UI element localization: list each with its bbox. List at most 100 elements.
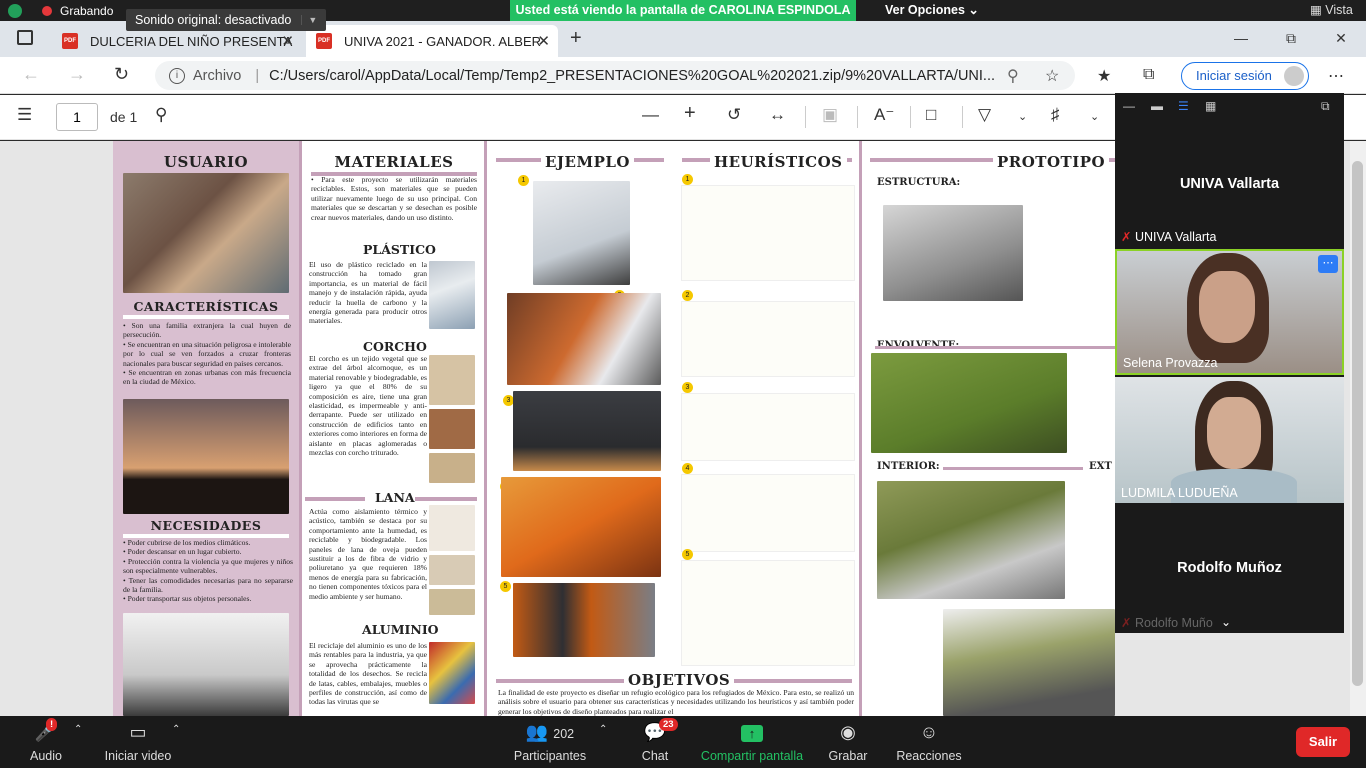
recording-indicator: Grabando (8, 2, 113, 19)
participants-button[interactable]: 👥 202 Participantes (510, 716, 590, 768)
forward-icon[interactable]: → (68, 64, 86, 85)
start-video-button[interactable]: ▭ Iniciar video (100, 716, 176, 768)
more-options-button[interactable]: ⋯ (1318, 255, 1338, 273)
list-item-text: Poder transportar sus objetos personales… (127, 594, 252, 604)
info-icon[interactable]: i (169, 67, 185, 84)
prototipo-title: PROTOTIPO (993, 153, 1110, 171)
participant-video-tile[interactable]: LUDMILA LUDUEÑA (1115, 377, 1344, 503)
close-window-icon[interactable]: ✕ (1316, 21, 1366, 57)
reactions-button[interactable]: ☺ Reacciones (894, 716, 964, 768)
participant-label: ✗ Rodolfo Muño (1121, 615, 1213, 630)
share-screen-button[interactable]: ↑ Compartir pantalla (700, 716, 804, 768)
chevron-up-icon[interactable]: ⌃ (172, 724, 180, 735)
text-box-icon[interactable]: □ (926, 105, 936, 125)
list-item-text: Se encuentran en una situación peligrosa… (123, 339, 291, 368)
original-sound-toggle[interactable]: Sonido original: desactivado ▼ (126, 9, 327, 31)
close-icon[interactable]: ✕ (281, 32, 294, 50)
view-options-button[interactable]: Ver Opciones ⌄ (885, 0, 979, 21)
chevron-down-icon[interactable]: ⌄ (1221, 615, 1231, 629)
minimize-icon[interactable]: — (1123, 99, 1135, 113)
heuristic-sketch-1 (681, 185, 855, 281)
pdf-icon: PDF (62, 33, 78, 49)
vertical-scrollbar[interactable] (1350, 141, 1366, 716)
chevron-up-icon[interactable]: ⌃ (599, 724, 607, 735)
participant-tile[interactable]: UNIVA Vallarta ✗ UNIVA Vallarta (1115, 121, 1344, 247)
list-item: • Tener las comodidades necesarias para … (123, 575, 293, 595)
leave-button[interactable]: Salir (1296, 727, 1350, 757)
new-tab-button[interactable]: + (570, 27, 582, 50)
chevron-up-icon[interactable]: ⌃ (74, 724, 82, 735)
speaker-view-icon[interactable]: ▬ (1151, 99, 1163, 113)
highlight-icon[interactable]: ♯ (1051, 105, 1060, 125)
rotate-icon[interactable]: ↺ (727, 105, 741, 125)
heuristic-sketch-4 (681, 474, 855, 552)
wool-panel-photo (429, 589, 475, 615)
signin-label: Iniciar sesión (1196, 68, 1272, 83)
video-panel-toolbar: — ▬ ☰ ▦ ⧉ (1115, 93, 1344, 121)
participant-tile[interactable]: Rodolfo Muñoz ✗ Rodolfo Muño ⌄ (1115, 505, 1344, 633)
two-page-icon[interactable]: ▣ (822, 105, 838, 125)
shield-icon (8, 3, 22, 18)
zoom-out-icon[interactable]: — (642, 105, 659, 125)
chevron-down-icon[interactable]: ⌄ (1018, 110, 1027, 123)
view-label: Vista (1325, 3, 1353, 17)
list-item: • Poder cubrirse de los medios climático… (123, 538, 251, 547)
example-render-2 (507, 293, 661, 385)
popout-icon[interactable]: ⧉ (1321, 99, 1330, 114)
walking-family-photo (123, 613, 289, 716)
divider (415, 497, 477, 501)
mic-muted-icon: ✗ (1121, 616, 1132, 630)
chevron-down-icon[interactable]: ⌄ (1090, 110, 1099, 123)
chevron-down-icon[interactable]: ▼ (301, 15, 317, 25)
favorite-add-icon[interactable]: ☆ (1045, 66, 1059, 86)
zoom-out-icon[interactable]: ⚲ (1007, 66, 1019, 86)
favorites-icon[interactable]: ★ (1097, 66, 1111, 86)
video-panel: — ▬ ☰ ▦ ⧉ UNIVA Vallarta ✗ UNIVA Vallart… (1115, 93, 1344, 633)
back-icon[interactable]: ← (22, 64, 40, 85)
structure-render (883, 205, 1023, 301)
contents-icon[interactable]: ☰ (17, 105, 32, 125)
gallery-view-icon[interactable]: ▦ (1205, 99, 1216, 113)
restore-icon[interactable]: ⧉ (1266, 21, 1316, 57)
read-aloud-icon[interactable]: A⁻ (874, 105, 894, 125)
viewing-banner: Usted está viendo la pantalla de CAROLIN… (510, 0, 856, 21)
participants-icon: 👥 202 (525, 722, 575, 742)
more-icon[interactable]: ⋯ (1328, 66, 1344, 86)
zoom-toolbar: 🎤 Audio ! ⌃ ▭ Iniciar video ⌃ 👥 202 Part… (0, 716, 1366, 768)
list-item: • Son una familia extranjera la cual huy… (123, 321, 291, 340)
divider (805, 106, 806, 128)
collections-icon[interactable]: ⧉ (1143, 66, 1154, 84)
search-icon[interactable]: ⚲ (155, 105, 167, 125)
tab-univa[interactable]: PDF UNIVA 2021 - GANADOR. ALBER ✕ (306, 25, 558, 57)
fit-width-icon[interactable]: ↔ (769, 105, 786, 125)
page-number-input[interactable]: 1 (56, 103, 98, 131)
draw-icon[interactable]: ▽ (978, 105, 991, 125)
reaction-icon: ☺ (919, 722, 939, 742)
zoom-in-icon[interactable]: + (684, 102, 696, 125)
corcho-text: El corcho es un tejido vegetal que se ex… (309, 354, 427, 458)
participant-label-text: Rodolfo Muño (1134, 616, 1213, 630)
share-label: Compartir pantalla (700, 749, 804, 763)
reactions-label: Reacciones (896, 749, 962, 763)
refresh-icon[interactable]: ↻ (114, 64, 129, 85)
divider (123, 315, 289, 319)
view-button[interactable]: ▦ Vista (1310, 0, 1353, 21)
participant-video-tile[interactable]: ⋯ Selena Provazza (1115, 249, 1344, 375)
url-field[interactable]: i Archivo | C:/Users/carol/AppData/Local… (155, 61, 1075, 90)
sidebar-toggle-icon[interactable] (17, 30, 33, 45)
scrollbar-thumb[interactable] (1352, 161, 1363, 686)
example-render-4 (501, 477, 661, 577)
lana-text: Actúa como aislamiento térmico y acústic… (309, 507, 427, 601)
strip-view-icon[interactable]: ☰ (1178, 99, 1189, 113)
url-separator: | (255, 67, 260, 84)
step-number: 5 (500, 581, 511, 592)
necesidades-title: NECESIDADES (150, 518, 262, 533)
record-button[interactable]: ◉ Grabar (826, 716, 870, 768)
close-icon[interactable]: ✕ (537, 32, 550, 50)
minimize-icon[interactable]: — (1216, 21, 1266, 57)
prototipo-column: PROTOTIPO ESTRUCTURA: ENVOLVENTE: INTERI… (863, 141, 1115, 716)
signin-button[interactable]: Iniciar sesión (1181, 62, 1309, 90)
url-prefix: Archivo (193, 67, 242, 84)
original-sound-label: Sonido original: desactivado (135, 13, 292, 27)
plastico-text: El uso de plástico reciclado en la const… (309, 260, 427, 326)
